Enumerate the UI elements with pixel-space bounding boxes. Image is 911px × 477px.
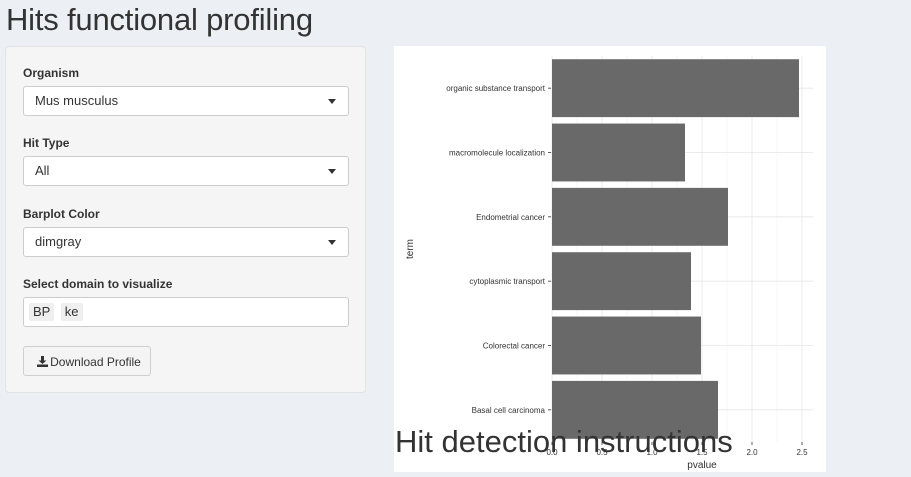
chevron-down-icon xyxy=(328,99,336,104)
y-tick-label: Colorectal cancer xyxy=(483,342,546,351)
domain-label: Select domain to visualize xyxy=(23,277,173,291)
domain-multiselect[interactable]: BP ke xyxy=(23,297,349,327)
barplot-chart: organic substance transport macromolecule… xyxy=(405,56,813,471)
organism-value: Mus musculus xyxy=(35,93,119,108)
sidebar-panel: Organism Mus musculus Hit Type All Barpl… xyxy=(5,46,366,393)
y-tick-label: Endometrial cancer xyxy=(476,213,545,222)
hit-type-select[interactable]: All xyxy=(23,156,349,186)
page-title: Hits functional profiling xyxy=(6,2,313,37)
bar xyxy=(552,252,691,311)
barplot-color-label: Barplot Color xyxy=(23,207,100,221)
hit-type-value: All xyxy=(35,163,50,178)
y-tick-label: organic substance transport xyxy=(446,84,546,93)
hit-type-label: Hit Type xyxy=(23,136,70,150)
organism-select[interactable]: Mus musculus xyxy=(23,86,349,116)
chevron-down-icon xyxy=(328,169,336,174)
y-axis-title: term xyxy=(405,239,416,259)
barplot-color-value: dimgray xyxy=(35,234,82,249)
x-tick-label: 2.5 xyxy=(796,448,808,457)
domain-chip-bp[interactable]: BP xyxy=(29,303,55,321)
x-tick-label: 2.0 xyxy=(746,448,758,457)
domain-chip-ke[interactable]: ke xyxy=(60,303,83,321)
download-profile-label: Download Profile xyxy=(50,355,141,369)
barplot-panel: organic substance transport macromolecule… xyxy=(394,46,826,472)
bar xyxy=(552,316,701,375)
barplot-color-select[interactable]: dimgray xyxy=(23,227,349,257)
y-tick-label: Basal cell carcinoma xyxy=(472,406,546,415)
bar xyxy=(552,187,728,246)
section-title-hit-detection: Hit detection instructions xyxy=(395,424,733,459)
x-axis-title: pvalue xyxy=(687,460,717,471)
bar xyxy=(552,123,685,182)
download-icon xyxy=(37,349,49,377)
download-profile-button[interactable]: Download Profile xyxy=(23,346,151,376)
y-tick-label: cytoplasmic transport xyxy=(469,277,545,286)
y-tick-label: macromolecule localization xyxy=(449,149,545,158)
chevron-down-icon xyxy=(328,240,336,245)
bar xyxy=(552,59,799,118)
organism-label: Organism xyxy=(23,66,80,80)
